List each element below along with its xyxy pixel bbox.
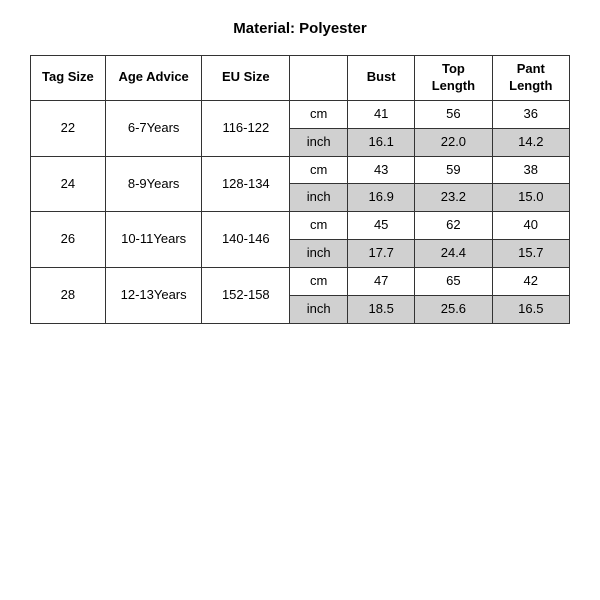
table-row: 2610-11Years140-146cm456240 [31, 212, 570, 240]
cell-tag: 26 [31, 212, 106, 268]
cell-top-cm: 56 [415, 100, 492, 128]
cell-bust-inch: 17.7 [348, 240, 415, 268]
cell-unit-cm: cm [290, 100, 348, 128]
cell-age: 12-13Years [105, 268, 202, 324]
header-eu-size: EU Size [202, 56, 290, 101]
page-title: Material: Polyester [233, 20, 366, 37]
header-age-advice: Age Advice [105, 56, 202, 101]
cell-top-inch: 23.2 [415, 184, 492, 212]
cell-pant-cm: 36 [492, 100, 569, 128]
cell-tag: 28 [31, 268, 106, 324]
cell-bust-inch: 18.5 [348, 296, 415, 324]
cell-bust-cm: 45 [348, 212, 415, 240]
header-bust: Bust [348, 56, 415, 101]
cell-tag: 22 [31, 100, 106, 156]
table-row: 226-7Years116-122cm415636 [31, 100, 570, 128]
cell-pant-cm: 40 [492, 212, 569, 240]
cell-top-cm: 59 [415, 156, 492, 184]
table-row: 2812-13Years152-158cm476542 [31, 268, 570, 296]
cell-top-cm: 62 [415, 212, 492, 240]
cell-pant-inch: 14.2 [492, 128, 569, 156]
cell-pant-cm: 42 [492, 268, 569, 296]
cell-pant-inch: 16.5 [492, 296, 569, 324]
cell-top-cm: 65 [415, 268, 492, 296]
cell-age: 6-7Years [105, 100, 202, 156]
cell-bust-cm: 47 [348, 268, 415, 296]
cell-top-inch: 25.6 [415, 296, 492, 324]
cell-pant-inch: 15.7 [492, 240, 569, 268]
cell-age: 10-11Years [105, 212, 202, 268]
cell-eu: 140-146 [202, 212, 290, 268]
cell-tag: 24 [31, 156, 106, 212]
cell-unit-inch: inch [290, 128, 348, 156]
cell-eu: 152-158 [202, 268, 290, 324]
cell-top-inch: 22.0 [415, 128, 492, 156]
cell-eu: 116-122 [202, 100, 290, 156]
cell-bust-cm: 43 [348, 156, 415, 184]
header-row: Tag Size Age Advice EU Size Bust TopLeng… [31, 56, 570, 101]
cell-top-inch: 24.4 [415, 240, 492, 268]
cell-unit-cm: cm [290, 268, 348, 296]
header-unit [290, 56, 348, 101]
cell-unit-cm: cm [290, 156, 348, 184]
header-pant-length: PantLength [492, 56, 569, 101]
cell-pant-cm: 38 [492, 156, 569, 184]
size-table: Tag Size Age Advice EU Size Bust TopLeng… [30, 55, 570, 324]
table-row: 248-9Years128-134cm435938 [31, 156, 570, 184]
cell-unit-cm: cm [290, 212, 348, 240]
cell-pant-inch: 15.0 [492, 184, 569, 212]
cell-age: 8-9Years [105, 156, 202, 212]
cell-unit-inch: inch [290, 184, 348, 212]
cell-bust-cm: 41 [348, 100, 415, 128]
cell-bust-inch: 16.9 [348, 184, 415, 212]
cell-unit-inch: inch [290, 240, 348, 268]
cell-eu: 128-134 [202, 156, 290, 212]
header-tag-size: Tag Size [31, 56, 106, 101]
header-top-length: TopLength [415, 56, 492, 101]
cell-unit-inch: inch [290, 296, 348, 324]
cell-bust-inch: 16.1 [348, 128, 415, 156]
